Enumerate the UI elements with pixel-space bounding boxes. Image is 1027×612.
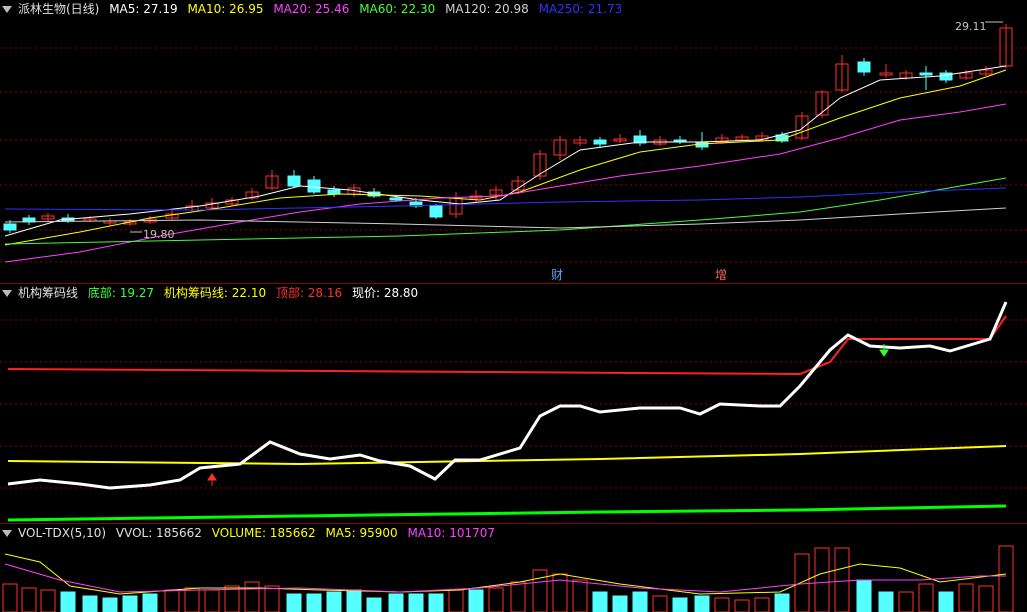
candle-down (287, 175, 301, 187)
kline-panel[interactable]: 派林生物(日线) MA5: 27.19 MA10: 26.95 MA20: 25… (0, 0, 1027, 282)
ma5-label: MA5: 27.19 (109, 2, 178, 16)
candle-down (327, 189, 341, 195)
volume-bar-down (408, 593, 424, 612)
ma120-label: MA120: 20.98 (445, 2, 529, 16)
top-label: 顶部: 28.16 (275, 286, 343, 300)
ma60-label: MA60: 22.30 (359, 2, 436, 16)
volume-bar-up (714, 597, 730, 612)
volume-bar-down (366, 597, 382, 612)
volume-bar-up (754, 597, 770, 612)
ma20-label: MA20: 25.46 (273, 2, 350, 16)
buy-arrow-icon (207, 473, 217, 486)
volume-panel[interactable]: VOL-TDX(5,10) VVOL: 185662 VOLUME: 18566… (0, 524, 1027, 612)
kline-header: 派林生物(日线) MA5: 27.19 MA10: 26.95 MA20: 25… (0, 0, 628, 18)
candle-down (919, 72, 933, 76)
volume-title: VOL-TDX(5,10) (18, 526, 107, 540)
volume-bar-up (794, 553, 810, 612)
volume-bar-up (834, 547, 850, 612)
volume-bar-up (488, 587, 504, 612)
volume-bar-down (694, 595, 710, 612)
volume-bar-down (612, 595, 628, 612)
finance-marker[interactable]: 财 (551, 266, 563, 283)
volume-bar-up (448, 589, 464, 612)
ma10-label: MA10: 26.95 (187, 2, 264, 16)
volume-bar-down (878, 591, 894, 612)
candle-down (3, 223, 17, 231)
candle-down (429, 205, 443, 218)
vol-ma5-label: MA5: 95900 (325, 526, 398, 540)
volume-bar-down (102, 597, 118, 612)
bottom-line (7, 504, 1007, 522)
vol-ma5-line (4, 553, 1007, 595)
volume-bar-up (21, 587, 37, 612)
volume-bar-up (918, 583, 934, 612)
volume-bar-down (346, 589, 362, 612)
volume-bar-down (856, 579, 872, 612)
volume-bar-down (122, 595, 138, 612)
volume-bar-down (82, 595, 98, 612)
volume-header: VOL-TDX(5,10) VVOL: 185662 VOLUME: 18566… (0, 524, 501, 542)
volume-bar-up (244, 581, 260, 612)
volume-bar-up (204, 589, 220, 612)
volume-bar-up (2, 583, 18, 612)
volume-bar-down (632, 591, 648, 612)
volume-bar-down (306, 593, 322, 612)
volume-bar-down (326, 591, 342, 612)
volume-bar-up (184, 587, 200, 612)
chip-line (7, 445, 1007, 466)
vol-ma10-label: MA10: 101707 (407, 526, 496, 540)
volume-bar-down (60, 591, 76, 612)
volume-bar-down (388, 593, 404, 612)
volume-bar-up (510, 581, 526, 612)
vvol-label: VVOL: 185662 (115, 526, 202, 540)
indicator-title: 机构筹码线 (18, 286, 79, 300)
indicator-header: 机构筹码线 底部: 19.27 机构筹码线: 22.10 顶部: 28.16 现… (0, 284, 424, 302)
candle-down (307, 179, 321, 193)
volume-bar-up (958, 583, 974, 612)
bottom-label: 底部: 19.27 (87, 286, 155, 300)
volume-bar-down (672, 597, 688, 612)
volume-bar-up (978, 585, 994, 612)
line-label: 机构筹码线: 22.10 (163, 286, 267, 300)
volume-bar-up (898, 591, 914, 612)
high-price-label: 29.11 (955, 20, 987, 33)
ma250-line (4, 187, 1007, 211)
vol-ma10-line (4, 563, 1006, 593)
volume-bar-down (592, 591, 608, 612)
dropdown-icon[interactable] (2, 530, 12, 537)
volume-bar-down (468, 589, 484, 612)
volume-label: VOLUME: 185662 (211, 526, 316, 540)
candle-down (857, 61, 871, 73)
volume-bar-up (532, 569, 548, 612)
indicator-chart[interactable] (0, 284, 1027, 522)
add-share-marker[interactable]: 增 (715, 266, 727, 283)
stock-title: 派林生物(日线) (18, 2, 100, 16)
volume-bar-up (652, 595, 668, 612)
candle-down (389, 197, 403, 201)
candle-down (593, 139, 607, 145)
volume-bar-up (264, 585, 280, 612)
volume-bar-up (164, 589, 180, 612)
volume-bar-down (938, 591, 954, 612)
dropdown-icon[interactable] (2, 6, 12, 13)
low-price-label: 19.80 (143, 228, 175, 241)
price-label: 现价: 28.80 (351, 286, 419, 300)
volume-bar-down (286, 593, 302, 612)
ma250-label: MA250: 21.73 (538, 2, 623, 16)
volume-bar-down (428, 593, 444, 612)
volume-bar-up (814, 547, 830, 612)
dropdown-icon[interactable] (2, 290, 12, 297)
indicator-panel[interactable]: 机构筹码线 底部: 19.27 机构筹码线: 22.10 顶部: 28.16 现… (0, 284, 1027, 522)
volume-bar-up (40, 589, 56, 612)
volume-bar-up (998, 545, 1014, 612)
top-line (7, 315, 1007, 376)
volume-bar-up (734, 599, 750, 612)
volume-bar-down (774, 593, 790, 612)
volume-bar-up (572, 579, 588, 612)
volume-bar-down (142, 593, 158, 612)
